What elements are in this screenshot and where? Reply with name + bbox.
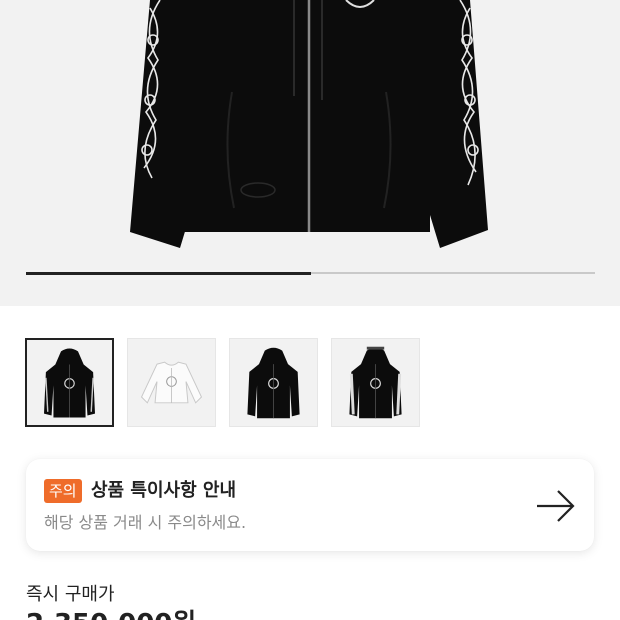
arrow-right-icon[interactable] xyxy=(536,489,576,523)
thumbnail-1[interactable] xyxy=(25,338,114,427)
product-notice-card[interactable]: 주의 상품 특이사항 안내 해당 상품 거래 시 주의하세요. xyxy=(26,459,594,551)
gallery-progress-bar xyxy=(26,271,595,275)
product-page: 주의 상품 특이사항 안내 해당 상품 거래 시 주의하세요. 즉시 구매가 2… xyxy=(0,0,620,620)
product-image-gallery[interactable] xyxy=(0,0,620,306)
notice-subtitle: 해당 상품 거래 시 주의하세요. xyxy=(44,513,247,532)
black-hoodie-plain-icon xyxy=(247,347,300,419)
gallery-progress-fill xyxy=(26,271,311,275)
instant-buy-price-label: 즉시 구매가 xyxy=(26,584,115,605)
white-hoodie-icon xyxy=(140,361,203,404)
caution-badge: 주의 xyxy=(44,479,82,503)
thumbnail-4[interactable] xyxy=(331,338,420,427)
thumbnail-2[interactable] xyxy=(127,338,216,427)
instant-buy-price-value: 2,350,000원 xyxy=(26,608,196,620)
product-hoodie-image xyxy=(130,0,488,248)
black-hoodie-front-icon xyxy=(44,348,95,418)
notice-title: 상품 특이사항 안내 xyxy=(91,480,237,501)
thumbnail-strip xyxy=(25,338,420,427)
thumbnail-3[interactable] xyxy=(229,338,318,427)
black-hoodie-sleeve-print-icon xyxy=(349,346,402,419)
